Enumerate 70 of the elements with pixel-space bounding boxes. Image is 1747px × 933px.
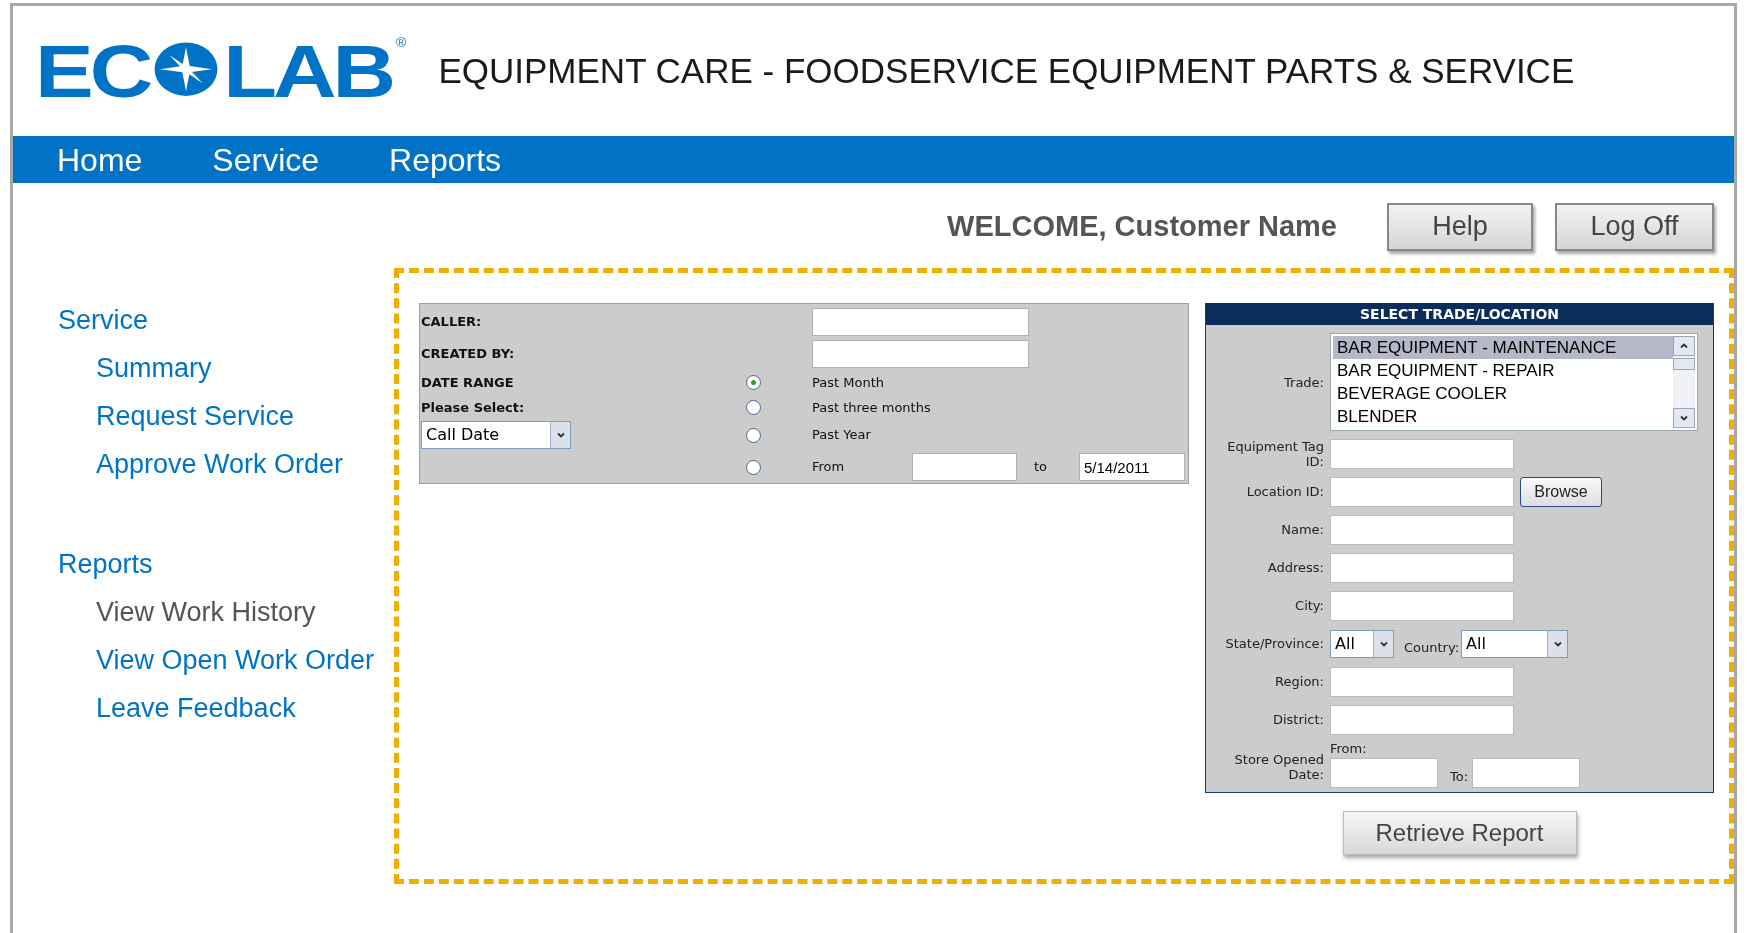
date-field[interactable]: 5/14/2011 <box>1079 453 1185 481</box>
sidebar-item[interactable]: View Open Work Order <box>96 640 375 688</box>
sidebar-heading[interactable]: Reports <box>58 544 394 592</box>
field-label: Equipment Tag ID: <box>1226 438 1325 469</box>
scrollbar[interactable] <box>1673 336 1695 428</box>
sidebar-item[interactable]: Summary <box>96 348 212 396</box>
logo: EC LAB® <box>35 33 407 109</box>
field-label: City: <box>1294 598 1325 613</box>
text-field[interactable] <box>812 308 1029 336</box>
text-field[interactable] <box>1330 704 1514 735</box>
text-field[interactable] <box>1330 666 1514 697</box>
panel-title: SELECT TRADE/LOCATION <box>1206 303 1713 325</box>
radio-button[interactable] <box>746 459 761 475</box>
radio-label: Past three months <box>812 398 931 417</box>
sidebar-item[interactable]: View Work History <box>96 592 316 640</box>
list-option[interactable]: BAR EQUIPMENT - MAINTENANCE <box>1333 336 1673 359</box>
field-label: Address: <box>1266 560 1325 575</box>
list-option[interactable]: BAR EQUIPMENT - REPAIR <box>1333 359 1673 382</box>
text-field[interactable] <box>812 340 1029 368</box>
text-field[interactable] <box>1330 476 1514 507</box>
field-label: Please Select: <box>421 398 525 417</box>
radio-button[interactable] <box>746 375 761 390</box>
field-label: Country: <box>1404 638 1460 657</box>
sidebar-item[interactable]: Request Service <box>96 396 295 444</box>
country-select[interactable]: All <box>1461 629 1569 658</box>
field-label: Region: <box>1274 674 1325 689</box>
scroll-down-icon[interactable] <box>1673 408 1695 428</box>
text-field[interactable] <box>1330 552 1514 583</box>
state-select[interactable]: All <box>1330 629 1394 658</box>
radio-button[interactable] <box>746 400 761 415</box>
list-option[interactable]: BEVERAGE COOLER <box>1333 382 1673 405</box>
trade-list[interactable]: BAR EQUIPMENT - MAINTENANCE BAR EQUIPMENT - REPAIR BEVERAGE COOLER BLENDER <box>1330 333 1698 431</box>
nav-link[interactable]: Service <box>212 135 320 184</box>
scroll-up-icon[interactable] <box>1673 336 1695 356</box>
text-field[interactable] <box>1330 590 1514 621</box>
to-label: to <box>1033 458 1049 477</box>
field-label: Location ID: <box>1245 484 1325 499</box>
sidebar-item[interactable]: Leave Feedback <box>96 688 296 736</box>
text-field[interactable] <box>1330 438 1514 469</box>
page-title: EQUIPMENT CARE - FOODSERVICE EQUIPMENT PARTS & SERVICE <box>438 49 1575 92</box>
field-label: Store Opened Date: <box>1233 752 1325 782</box>
field-label: Name: <box>1280 522 1325 537</box>
field-label: DATE RANGE <box>421 373 514 392</box>
radio-label: Past Month <box>812 373 885 392</box>
sidebar-item[interactable]: Approve Work Order <box>96 444 344 492</box>
date-type-select[interactable]: Call Date <box>421 421 571 449</box>
field-label: CREATED BY: <box>420 345 516 364</box>
nav-link[interactable]: Home <box>57 135 143 184</box>
text-field[interactable] <box>1330 514 1514 545</box>
sidebar-heading[interactable]: Service <box>58 300 394 348</box>
retrieve-report-button[interactable]: Retrieve Report <box>1342 811 1577 855</box>
scroll-thumb[interactable] <box>1673 358 1695 370</box>
text-field[interactable] <box>1472 758 1581 788</box>
welcome-text: WELCOME, Customer Name <box>947 208 1337 244</box>
text-field[interactable] <box>1330 758 1438 788</box>
field-label: From: <box>1330 741 1368 756</box>
radio-label: From <box>812 458 846 477</box>
nav-link[interactable]: Reports <box>389 135 502 184</box>
field-label: CALLER: <box>420 313 483 332</box>
list-option[interactable]: BLENDER <box>1333 405 1673 428</box>
field-label: Trade: <box>1283 374 1325 390</box>
header-button[interactable]: Help <box>1387 202 1533 251</box>
field-label: To: <box>1450 767 1469 786</box>
field-label: District: <box>1271 712 1325 727</box>
radio-label: Past Year <box>812 426 872 445</box>
field-label: State/Province: <box>1224 636 1325 651</box>
radio-button[interactable] <box>746 427 761 443</box>
browse-button[interactable]: Browse <box>1520 476 1602 507</box>
header-button[interactable]: Log Off <box>1555 202 1714 251</box>
date-field[interactable] <box>912 453 1017 481</box>
